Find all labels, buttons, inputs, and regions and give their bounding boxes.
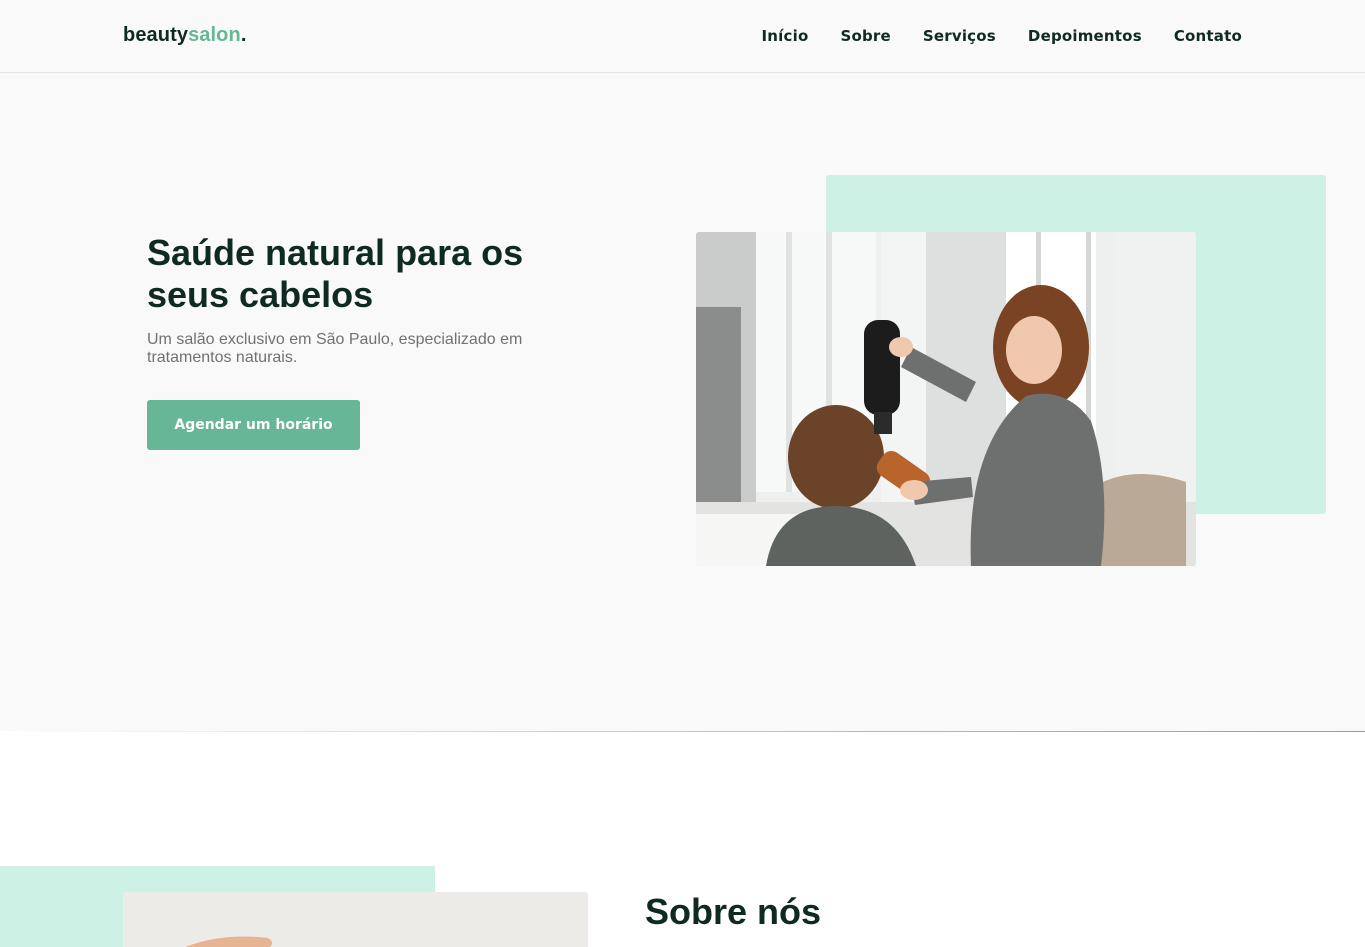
main-nav: Início Sobre Serviços Depoimentos Contat… (762, 27, 1242, 45)
nav-link-inicio[interactable]: Início (762, 27, 809, 45)
nav-link-servicos[interactable]: Serviços (923, 27, 996, 45)
site-logo[interactable]: beautysalon. (123, 24, 247, 47)
salon-photo-illustration (696, 232, 1196, 566)
logo-accent: salon (188, 24, 241, 46)
about-photo (123, 892, 588, 947)
nav-link-contato[interactable]: Contato (1174, 27, 1242, 45)
hero-section: Saúde natural para os seus cabelos Um sa… (0, 73, 1365, 731)
nav-link-depoimentos[interactable]: Depoimentos (1028, 27, 1142, 45)
hero-subtitle: Um salão exclusivo em São Paulo, especia… (147, 331, 523, 366)
salon-photo (696, 232, 1196, 566)
logo-dot: . (240, 24, 247, 46)
nav-link-sobre[interactable]: Sobre (840, 27, 890, 45)
hero-title: Saúde natural para os seus cabelos (147, 232, 524, 315)
about-photo-illustration (123, 892, 588, 947)
logo-main: beauty (123, 24, 189, 46)
section-divider (0, 731, 1365, 732)
about-title: Sobre nós (645, 891, 822, 932)
schedule-button[interactable]: Agendar um horário (147, 400, 360, 450)
site-header: beautysalon. Início Sobre Serviços Depoi… (0, 0, 1365, 73)
